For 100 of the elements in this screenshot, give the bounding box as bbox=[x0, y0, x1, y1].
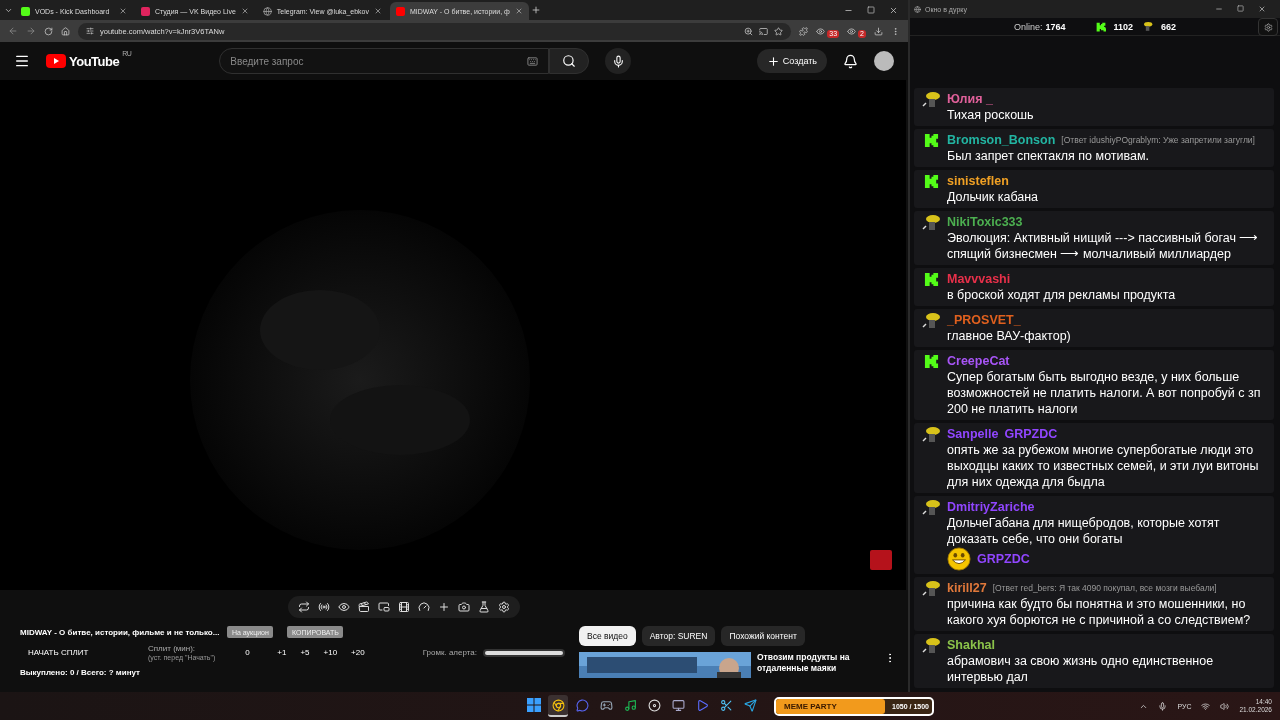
video-title: MIDWAY - О битве, истории, фильме и не только... bbox=[20, 627, 220, 637]
voice-search-button[interactable] bbox=[605, 48, 632, 74]
chat-app-icon[interactable] bbox=[575, 698, 589, 712]
online-label: Online: bbox=[1013, 21, 1043, 32]
bought-summary: Выкуплено: 0 / Всего: ? минут bbox=[20, 668, 141, 677]
speed-icon[interactable] bbox=[418, 601, 430, 613]
search-icon bbox=[562, 54, 577, 68]
extension-icon[interactable] bbox=[799, 26, 809, 36]
cast-icon[interactable] bbox=[759, 26, 769, 36]
chat-username[interactable]: Юлия _ bbox=[947, 91, 993, 107]
add-icon[interactable] bbox=[438, 601, 450, 613]
increment-button[interactable]: +10 bbox=[323, 648, 338, 658]
zoom-icon[interactable] bbox=[744, 26, 754, 36]
increment-button[interactable]: +1 bbox=[277, 648, 287, 658]
reload-icon[interactable] bbox=[44, 26, 53, 36]
eye-icon[interactable] bbox=[338, 601, 350, 613]
create-button[interactable]: Создать bbox=[756, 49, 827, 73]
avatar[interactable] bbox=[874, 51, 894, 71]
increment-button[interactable]: +5 bbox=[300, 648, 310, 658]
settings-icon bbox=[1263, 22, 1273, 32]
chat-username[interactable]: sinisteflen bbox=[947, 173, 1009, 189]
scissors-app-icon[interactable] bbox=[719, 698, 733, 712]
figure-badge-icon bbox=[921, 581, 941, 598]
window-icon bbox=[914, 5, 921, 13]
close-icon[interactable] bbox=[240, 7, 249, 15]
settings-icon[interactable] bbox=[498, 601, 510, 613]
notifications-icon[interactable] bbox=[843, 53, 858, 69]
home-icon[interactable] bbox=[61, 26, 70, 36]
chat-username[interactable]: Bromson_Bonson bbox=[947, 132, 1056, 148]
figure-badge-icon bbox=[921, 427, 941, 444]
close-icon[interactable] bbox=[889, 5, 898, 15]
reply-quote: [Ответ red_bers: Я так 4090 покупал, все мозги выебали] bbox=[992, 582, 1217, 594]
widget-title: MEME PARTY bbox=[784, 701, 837, 711]
maximize-icon[interactable] bbox=[867, 5, 875, 14]
new-tab-icon[interactable] bbox=[530, 5, 541, 15]
play-app-icon[interactable] bbox=[695, 698, 709, 712]
browser-icon[interactable] bbox=[551, 698, 565, 712]
kick-badge-icon bbox=[1095, 21, 1106, 32]
split-label: Сплит (мин): bbox=[148, 644, 197, 654]
chat-username[interactable]: DmitriyZariche bbox=[947, 499, 1035, 515]
broadcast-icon[interactable] bbox=[318, 601, 330, 613]
flask-icon[interactable] bbox=[478, 601, 490, 613]
figure-badge-icon bbox=[921, 92, 941, 109]
related-video-title[interactable]: Отвозим продукты на отдаленные маяки bbox=[757, 652, 878, 678]
back-icon[interactable] bbox=[8, 26, 18, 36]
download-icon[interactable] bbox=[874, 26, 883, 36]
chat-username[interactable]: Shakhal bbox=[947, 637, 995, 653]
close-icon[interactable] bbox=[119, 7, 127, 15]
filter-chip[interactable]: Автор: SUREN bbox=[641, 626, 716, 646]
record-app-icon[interactable] bbox=[647, 698, 661, 712]
network-icon[interactable] bbox=[1201, 701, 1211, 711]
search-field[interactable]: Введите запрос bbox=[219, 48, 550, 74]
close-icon[interactable] bbox=[514, 7, 523, 15]
send-app-icon[interactable] bbox=[743, 698, 757, 712]
site-settings-icon[interactable] bbox=[86, 27, 94, 35]
mention: GRPZDC bbox=[1004, 426, 1058, 442]
forward-icon[interactable] bbox=[26, 26, 36, 36]
start-split-button[interactable]: НАЧАТЬ СПЛИТ bbox=[20, 648, 148, 658]
chat-username[interactable]: CreepeCat bbox=[947, 353, 1010, 369]
message-text: в броской ходят для рекламы продукта bbox=[947, 287, 1177, 303]
chat-username[interactable]: _PROSVET_ bbox=[947, 312, 1021, 328]
keyboard-icon[interactable] bbox=[527, 55, 539, 67]
music-app-icon[interactable] bbox=[623, 698, 637, 712]
play-logo-icon bbox=[46, 54, 66, 68]
camera-icon[interactable] bbox=[458, 601, 470, 613]
microphone-icon[interactable] bbox=[1158, 701, 1168, 711]
search-button[interactable] bbox=[549, 48, 590, 74]
online-count: 1764 bbox=[1045, 21, 1066, 32]
message-text: опять же за рубежом многие супербогатые люди это выходцы каких то известных семей, и эти луи витоны для них одежда для быдла bbox=[947, 442, 1260, 490]
chat-username[interactable]: kirill27 bbox=[947, 580, 987, 596]
monitor-app-icon[interactable] bbox=[671, 698, 685, 712]
start-icon[interactable] bbox=[527, 698, 541, 712]
maximize-icon[interactable] bbox=[1237, 5, 1244, 12]
filter-chip[interactable]: Все видео bbox=[579, 626, 636, 646]
volume-icon[interactable] bbox=[1220, 701, 1230, 711]
game-app-icon[interactable] bbox=[599, 698, 613, 712]
chat-username[interactable]: Sanpelle bbox=[947, 426, 999, 442]
laughing-emote-icon bbox=[947, 547, 971, 571]
loop-icon[interactable] bbox=[298, 601, 310, 613]
extension-icon[interactable] bbox=[816, 26, 826, 36]
picture-in-picture-icon[interactable] bbox=[378, 601, 390, 613]
plus-icon bbox=[766, 54, 780, 68]
bookmark-star-icon[interactable] bbox=[774, 26, 784, 36]
clapperboard-icon[interactable] bbox=[358, 601, 370, 613]
increment-button[interactable]: +20 bbox=[351, 648, 365, 658]
kick-badge-icon bbox=[923, 272, 939, 287]
message-text: причина как будто бы понятна и это мошенники, но какого хуя борются не с причиной а со следствием? bbox=[947, 596, 1252, 628]
alert-volume-label: Громк. алерта: bbox=[422, 648, 477, 658]
close-icon[interactable] bbox=[374, 7, 382, 15]
close-icon[interactable] bbox=[1258, 5, 1266, 13]
filter-chip[interactable]: Похожий контент bbox=[721, 626, 805, 646]
reply-quote: [Ответ idushiyPOgrablym: Уже запретили загугли] bbox=[1061, 134, 1255, 146]
extension-icon[interactable] bbox=[847, 26, 857, 36]
settings-button[interactable] bbox=[1258, 18, 1278, 36]
figure-badge-icon bbox=[1141, 21, 1154, 32]
film-icon[interactable] bbox=[398, 601, 410, 613]
chat-username[interactable]: NikiToxic333 bbox=[947, 214, 1023, 230]
chat-username[interactable]: Mavvvashi bbox=[947, 271, 1011, 287]
menu-icon[interactable] bbox=[14, 53, 30, 69]
message-text: Был запрет спектакля по мотивам. bbox=[947, 148, 1151, 164]
